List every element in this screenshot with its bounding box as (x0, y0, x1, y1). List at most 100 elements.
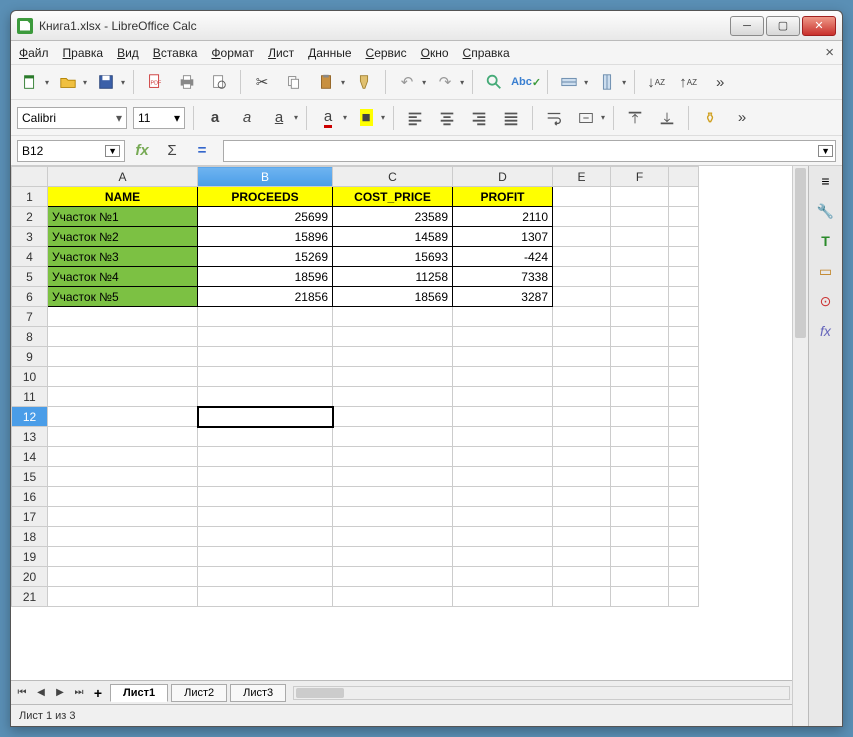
tab-prev-icon[interactable]: ◀ (32, 684, 50, 702)
cell-F8[interactable] (611, 327, 669, 347)
cell-A9[interactable] (48, 347, 198, 367)
add-sheet-button[interactable]: + (89, 684, 107, 702)
cell-A4[interactable]: Участок №3 (48, 247, 198, 267)
menu-view[interactable]: Вид (117, 46, 139, 60)
row-header-9[interactable]: 9 (12, 347, 48, 367)
row-header-17[interactable]: 17 (12, 507, 48, 527)
cell-F11[interactable] (611, 387, 669, 407)
cell-17[interactable] (669, 507, 699, 527)
minimize-button[interactable]: ─ (730, 16, 764, 36)
cell-B14[interactable] (198, 447, 333, 467)
cell-12[interactable] (669, 407, 699, 427)
cell-B4[interactable]: 15269 (198, 247, 333, 267)
font-size-combo[interactable]: 11▾ (133, 107, 185, 129)
col-header-C[interactable]: C (333, 167, 453, 187)
row-header-13[interactable]: 13 (12, 427, 48, 447)
cell-F16[interactable] (611, 487, 669, 507)
cell-B1[interactable]: PROCEEDS (198, 187, 333, 207)
cell-A1[interactable]: NAME (48, 187, 198, 207)
doc-close-icon[interactable]: × (825, 44, 834, 61)
cut-icon[interactable]: ✂ (249, 69, 275, 95)
valign-bottom-icon[interactable] (654, 105, 680, 131)
align-justify-icon[interactable] (498, 105, 524, 131)
cell-14[interactable] (669, 447, 699, 467)
menu-data[interactable]: Данные (308, 46, 351, 60)
cell-E10[interactable] (553, 367, 611, 387)
cell-D14[interactable] (453, 447, 553, 467)
row-header-2[interactable]: 2 (12, 207, 48, 227)
cell-B18[interactable] (198, 527, 333, 547)
sidebar-styles-icon[interactable]: T (815, 230, 837, 252)
cell-18[interactable] (669, 527, 699, 547)
row-header-5[interactable]: 5 (12, 267, 48, 287)
menu-tools[interactable]: Сервис (366, 46, 407, 60)
cell-A14[interactable] (48, 447, 198, 467)
cell-13[interactable] (669, 427, 699, 447)
cell-B13[interactable] (198, 427, 333, 447)
sidebar-properties-icon[interactable]: 🔧 (815, 200, 837, 222)
valign-top-icon[interactable] (622, 105, 648, 131)
col-header-E[interactable]: E (553, 167, 611, 187)
find-icon[interactable] (481, 69, 507, 95)
menu-format[interactable]: Формат (211, 46, 254, 60)
cell-E9[interactable] (553, 347, 611, 367)
cell-E18[interactable] (553, 527, 611, 547)
cell-F9[interactable] (611, 347, 669, 367)
align-right-icon[interactable] (466, 105, 492, 131)
cell-A8[interactable] (48, 327, 198, 347)
cell-C19[interactable] (333, 547, 453, 567)
cell-A2[interactable]: Участок №1 (48, 207, 198, 227)
row-header-10[interactable]: 10 (12, 367, 48, 387)
column-icon[interactable] (594, 69, 620, 95)
cell-21[interactable] (669, 587, 699, 607)
titlebar[interactable]: Книга1.xlsx - LibreOffice Calc ─ ▢ ✕ (11, 11, 842, 41)
spellcheck-icon[interactable]: Abc✓ (513, 69, 539, 95)
undo-icon[interactable]: ↶ (394, 69, 420, 95)
paste-icon[interactable] (313, 69, 339, 95)
row-header-7[interactable]: 7 (12, 307, 48, 327)
bold-icon[interactable]: a (202, 105, 228, 131)
cell-A5[interactable]: Участок №4 (48, 267, 198, 287)
row-header-14[interactable]: 14 (12, 447, 48, 467)
cell-D1[interactable]: PROFIT (453, 187, 553, 207)
cell-E11[interactable] (553, 387, 611, 407)
cell-C9[interactable] (333, 347, 453, 367)
cell-B5[interactable]: 18596 (198, 267, 333, 287)
cell-C2[interactable]: 23589 (333, 207, 453, 227)
cell-B8[interactable] (198, 327, 333, 347)
cell-B12[interactable] (198, 407, 333, 427)
highlight-icon[interactable]: ■ (353, 105, 379, 131)
row-header-11[interactable]: 11 (12, 387, 48, 407)
overflow-icon[interactable]: » (707, 69, 733, 95)
cell-F21[interactable] (611, 587, 669, 607)
cell-D19[interactable] (453, 547, 553, 567)
menu-edit[interactable]: Правка (63, 46, 104, 60)
cell-F7[interactable] (611, 307, 669, 327)
cell-name-box[interactable]: B12▼ (17, 140, 125, 162)
cell-B6[interactable]: 21856 (198, 287, 333, 307)
cell-20[interactable] (669, 567, 699, 587)
cell-B17[interactable] (198, 507, 333, 527)
cell-C18[interactable] (333, 527, 453, 547)
cell-C10[interactable] (333, 367, 453, 387)
currency-icon[interactable]: ⚱ (697, 105, 723, 131)
cell-D18[interactable] (453, 527, 553, 547)
cell-C4[interactable]: 15693 (333, 247, 453, 267)
tab-last-icon[interactable]: ⏭ (70, 684, 88, 702)
underline-icon[interactable]: a (266, 105, 292, 131)
cell-C11[interactable] (333, 387, 453, 407)
italic-icon[interactable]: a (234, 105, 260, 131)
cell-E16[interactable] (553, 487, 611, 507)
row-header-15[interactable]: 15 (12, 467, 48, 487)
cell-E8[interactable] (553, 327, 611, 347)
col-header-F[interactable]: F (611, 167, 669, 187)
cell-B3[interactable]: 15896 (198, 227, 333, 247)
cell-D5[interactable]: 7338 (453, 267, 553, 287)
cell-A21[interactable] (48, 587, 198, 607)
export-pdf-icon[interactable]: PDF (142, 69, 168, 95)
function-wizard-icon[interactable]: fx (129, 138, 155, 164)
cell-E13[interactable] (553, 427, 611, 447)
open-icon[interactable] (55, 69, 81, 95)
overflow-icon-2[interactable]: » (729, 105, 755, 131)
sheet-grid[interactable]: ABCDEF1NAMEPROCEEDSCOST_PRICEPROFIT2Учас… (11, 166, 792, 680)
